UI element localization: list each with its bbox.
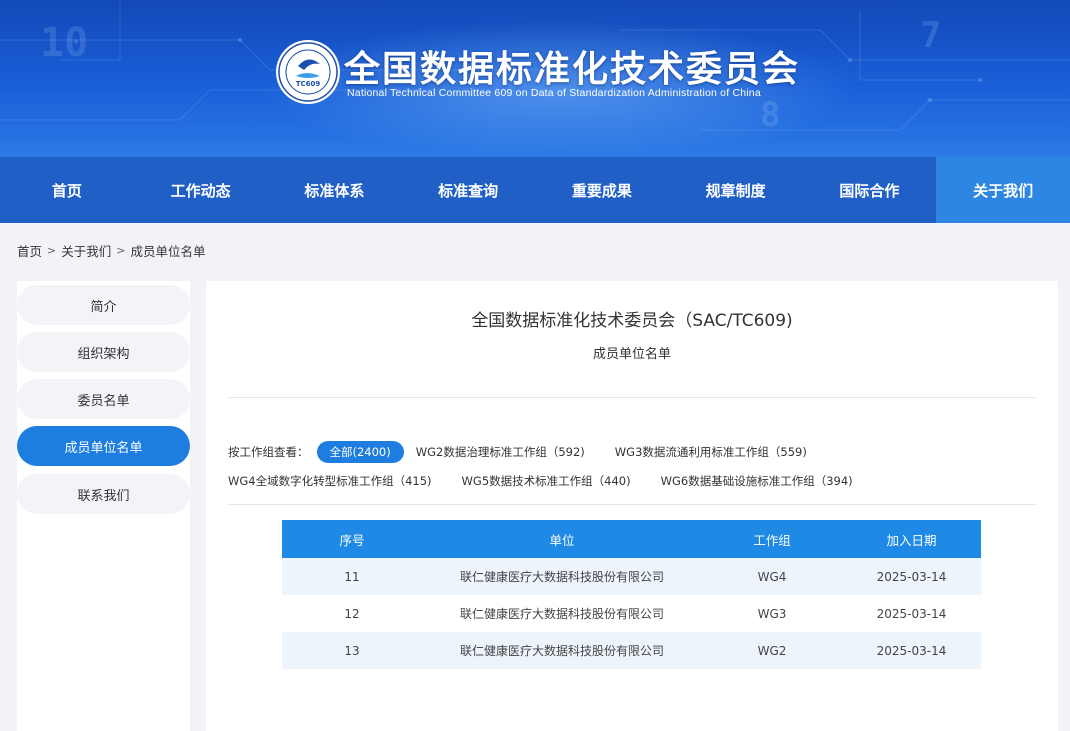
nav-item-achievements[interactable]: 重要成果 (535, 157, 669, 223)
filter-row-2: WG4全域数字化转型标准工作组（415) WG5数据技术标准工作组（440) W… (228, 472, 883, 490)
divider (228, 397, 1036, 398)
filter-label: 按工作组查看： (228, 445, 309, 459)
cell-group: WG2 (757, 643, 787, 658)
breadcrumb-separator-icon: > (47, 244, 57, 257)
column-header-group: 工作组 (753, 532, 791, 548)
cell-date: 2025-03-14 (876, 606, 947, 621)
filter-wg3[interactable]: WG3数据流通利用标准工作组（559) (615, 444, 807, 460)
column-header-unit: 单位 (549, 532, 575, 548)
breadcrumb-separator-icon: > (116, 244, 126, 257)
main-nav: 首页 工作动态 标准体系 标准查询 重要成果 规章制度 国际合作 关于我们 (0, 157, 1070, 223)
breadcrumb-home[interactable]: 首页 (17, 241, 42, 260)
banner-digit-decor: 8 (760, 95, 781, 135)
filter-wg4[interactable]: WG4全域数字化转型标准工作组（415) (228, 473, 432, 489)
page-subtitle: 成员单位名单 (592, 347, 671, 362)
filter-all-button[interactable]: 全部(2400) (316, 441, 404, 463)
filter-wg2[interactable]: WG2数据治理标准工作组（592) (416, 444, 585, 460)
breadcrumb: 首页 > 关于我们 > 成员单位名单 (17, 241, 205, 260)
cell-date: 2025-03-14 (876, 569, 947, 584)
table-row: 11 联仁健康医疗大数据科技股份有限公司 WG4 2025-03-14 (282, 558, 981, 595)
member-units-table: 序号 单位 工作组 加入日期 11 联仁健康医疗大数据科技股份有限公司 WG4 … (282, 520, 981, 669)
sidebar-item-intro[interactable]: 简介 (17, 285, 190, 325)
site-banner: 10 8 7 TC609 全国数据标准化技术委员会 National Techn… (0, 0, 1070, 157)
nav-item-about-us[interactable]: 关于我们 (936, 157, 1070, 223)
nav-item-home[interactable]: 首页 (0, 157, 134, 223)
page-title: 全国数据标准化技术委员会（SAC/TC609) (471, 311, 793, 331)
table-row: 13 联仁健康医疗大数据科技股份有限公司 WG2 2025-03-14 (282, 632, 981, 669)
banner-digit-decor: 10 (40, 20, 89, 66)
divider (228, 504, 1036, 505)
nav-item-regulations[interactable]: 规章制度 (669, 157, 803, 223)
main-content: 全国数据标准化技术委员会（SAC/TC609) 成员单位名单 按工作组查看： 全… (206, 281, 1058, 731)
breadcrumb-about[interactable]: 关于我们 (61, 241, 111, 260)
filter-wg6[interactable]: WG6数据基础设施标准工作组（394) (661, 473, 853, 489)
column-header-index: 序号 (339, 532, 365, 548)
nav-item-international[interactable]: 国际合作 (803, 157, 937, 223)
cell-group: WG3 (757, 606, 787, 621)
cell-date: 2025-03-14 (876, 643, 947, 658)
cell-index: 11 (344, 569, 360, 584)
cell-unit: 联仁健康医疗大数据科技股份有限公司 (459, 644, 664, 658)
committee-logo[interactable]: TC609 (276, 40, 340, 104)
cell-index: 13 (344, 643, 360, 658)
site-title: 全国数据标准化技术委员会 (344, 49, 801, 90)
filter-wg5[interactable]: WG5数据技术标准工作组（440) (462, 473, 631, 489)
cell-unit: 联仁健康医疗大数据科技股份有限公司 (459, 570, 664, 584)
logo-text: TC609 (295, 80, 321, 88)
sidebar-item-members[interactable]: 委员名单 (17, 379, 190, 419)
sidebar-item-member-units[interactable]: 成员单位名单 (17, 426, 190, 466)
cell-unit: 联仁健康医疗大数据科技股份有限公司 (459, 607, 664, 621)
site-subtitle: National Technical Committee 609 on Data… (347, 87, 761, 99)
cell-index: 12 (344, 606, 360, 621)
sidebar-item-contact[interactable]: 联系我们 (17, 474, 190, 514)
sidebar-item-structure[interactable]: 组织架构 (17, 332, 190, 372)
banner-digit-decor: 7 (920, 15, 942, 56)
table-row: 12 联仁健康医疗大数据科技股份有限公司 WG3 2025-03-14 (282, 595, 981, 632)
nav-item-standards-system[interactable]: 标准体系 (268, 157, 402, 223)
cell-group: WG4 (757, 569, 787, 584)
sidebar: 简介 组织架构 委员名单 成员单位名单 联系我们 (17, 281, 190, 731)
nav-item-news[interactable]: 工作动态 (134, 157, 268, 223)
table-header: 序号 单位 工作组 加入日期 (282, 520, 981, 558)
nav-item-standards-search[interactable]: 标准查询 (401, 157, 535, 223)
column-header-date: 加入日期 (886, 532, 937, 548)
logo-ring-icon (278, 42, 338, 102)
breadcrumb-current: 成员单位名单 (130, 244, 206, 259)
filter-row-1: 按工作组查看： 全部(2400) WG2数据治理标准工作组（592) WG3数据… (228, 441, 837, 463)
